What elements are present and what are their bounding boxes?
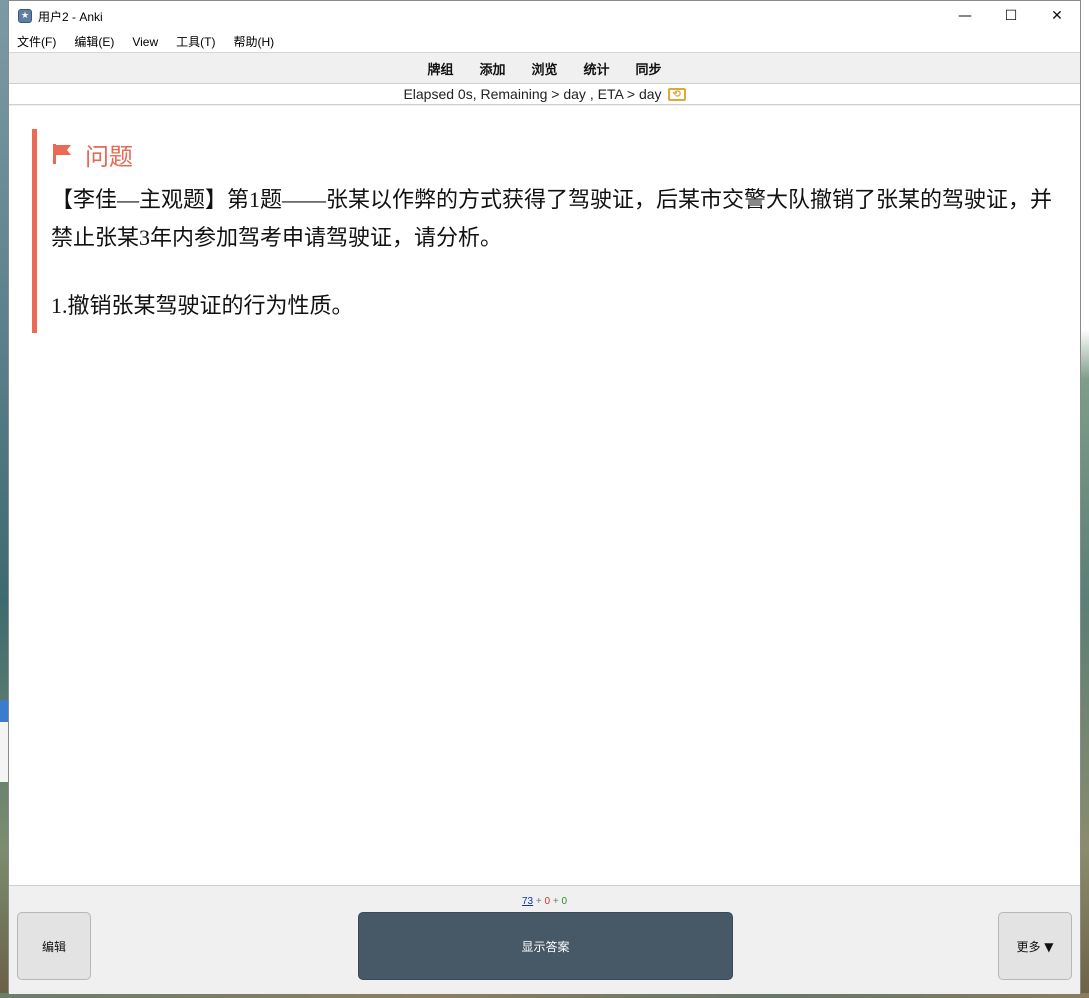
toolbar-sync[interactable]: 同步 <box>636 59 662 78</box>
menu-view[interactable]: View <box>130 35 160 49</box>
question-body: 【李佳—主观题】第1题——张某以作弊的方式获得了驾驶证，后某市交警大队撤销了张某… <box>51 181 1062 325</box>
show-answer-button[interactable]: 显示答案 <box>358 912 733 980</box>
anki-app-icon: ★ <box>18 9 32 23</box>
new-count: 73 <box>521 896 534 907</box>
question-heading: 问题 <box>85 142 133 171</box>
progress-status-line: Elapsed 0s, Remaining > day , ETA > day … <box>9 84 1080 105</box>
elapsed-remaining-text: Elapsed 0s, Remaining > day , ETA > day <box>403 86 662 102</box>
bottom-bar: 73 + 0 + 0 编辑 显示答案 更多 ▼ <box>9 885 1080 994</box>
minimize-button[interactable]: — <box>942 1 988 31</box>
menu-file[interactable]: 文件(F) <box>15 33 58 50</box>
edit-button[interactable]: 编辑 <box>17 912 91 980</box>
toolbar-decks[interactable]: 牌组 <box>427 59 453 78</box>
due-counts: 73 + 0 + 0 <box>9 896 1080 907</box>
title-bar[interactable]: ★ 用户2 - Anki — ☐ ✕ <box>9 1 1080 31</box>
flag-icon <box>53 144 71 164</box>
menu-edit[interactable]: 编辑(E) <box>72 33 116 50</box>
close-button[interactable]: ✕ <box>1034 1 1080 31</box>
question-paragraph: 【李佳—主观题】第1题——张某以作弊的方式获得了驾驶证，后某市交警大队撤销了张某… <box>51 187 1053 250</box>
review-count: 0 <box>561 896 568 907</box>
toolbar-add[interactable]: 添加 <box>479 59 505 78</box>
count-separator: + <box>533 896 545 907</box>
window-title: 用户2 - Anki <box>38 9 103 24</box>
card-content-area: 问题 【李佳—主观题】第1题——张某以作弊的方式获得了驾驶证，后某市交警大队撤销… <box>9 106 1080 885</box>
menu-tools[interactable]: 工具(T) <box>174 33 217 50</box>
anki-main-window: ★ 用户2 - Anki — ☐ ✕ 文件(F) 编辑(E) View 工具(T… <box>8 0 1081 994</box>
toolbar-browse[interactable]: 浏览 <box>531 59 557 78</box>
question-header: 问题 <box>51 137 1062 171</box>
menu-help[interactable]: 帮助(H) <box>231 33 276 50</box>
top-toolbar: 牌组 添加 浏览 统计 同步 <box>9 54 1080 84</box>
desktop-background-left <box>0 0 8 998</box>
toolbar-stats[interactable]: 统计 <box>584 59 610 78</box>
desktop-window-fragment <box>0 700 8 722</box>
count-separator: + <box>550 896 562 907</box>
maximize-button[interactable]: ☐ <box>988 1 1034 31</box>
desktop-window-fragment <box>0 722 8 782</box>
sync-icon[interactable]: ⟲ <box>667 87 686 101</box>
menu-bar: 文件(F) 编辑(E) View 工具(T) 帮助(H) <box>9 31 1080 53</box>
question-block: 问题 【李佳—主观题】第1题——张某以作弊的方式获得了驾驶证，后某市交警大队撤销… <box>32 129 1062 333</box>
question-subpart: 1.撤销张某驾驶证的行为性质。 <box>51 293 354 318</box>
desktop-background-right <box>1081 0 1089 998</box>
more-button[interactable]: 更多 ▼ <box>998 912 1072 980</box>
